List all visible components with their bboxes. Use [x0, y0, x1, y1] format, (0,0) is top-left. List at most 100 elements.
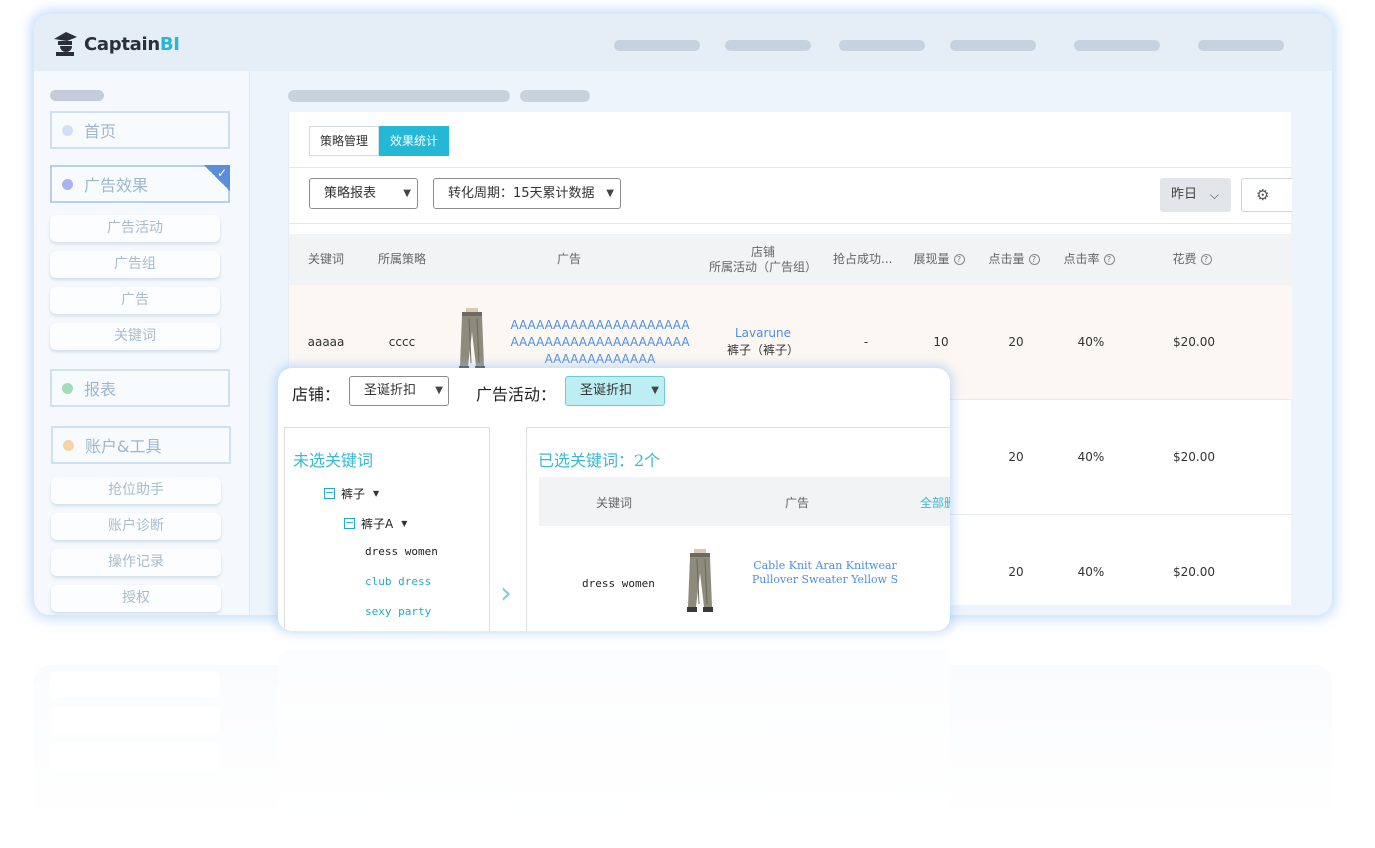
tab-strategy-management[interactable]: 策略管理 — [309, 126, 380, 156]
col-spend-label: 花费 — [1172, 252, 1197, 266]
caret-down-icon: ▼ — [606, 188, 614, 199]
keyword-selector-card: 店铺： 圣诞折扣 ▼ 广告活动： 圣诞折扣 ▼ 未选关键词 − 裤子 ▼ − 裤… — [278, 368, 950, 631]
sidebar-item-label: 广告效果 — [84, 176, 149, 195]
selected-table-header: 关键词 广告 全部删 — [539, 477, 950, 526]
cell-spend: $20.00 — [1173, 335, 1215, 349]
nav-placeholder-2[interactable] — [725, 40, 811, 51]
tree-node-label: 裤子A — [361, 517, 394, 531]
campaign-label: 广告活动： — [476, 385, 557, 404]
chevron-right-icon[interactable]: › — [500, 576, 512, 611]
sidebar-sub-bid-assistant[interactable]: 抢位助手 — [51, 477, 221, 504]
cell-clicks: 20 — [1008, 335, 1024, 349]
selected-ad-link[interactable]: Cable Knit Aran Knitwear Pullover Sweate… — [742, 559, 908, 587]
col-strategy: 所属策略 — [377, 252, 426, 266]
store-label: 店铺： — [292, 385, 341, 404]
nav-placeholder-3[interactable] — [839, 40, 925, 51]
col-spend[interactable]: 花费? — [1167, 234, 1217, 285]
stage: CaptainBI 首页 广告效果 ✓ 广告活动 广告组 广告 关键词 报表 账… — [0, 0, 1375, 848]
tree-node-subgroup[interactable]: − 裤子A ▼ — [344, 515, 407, 532]
col-store-line1: 店铺 — [750, 244, 775, 259]
conversion-period-value: 转化周期：15天累计数据 — [448, 186, 595, 201]
settings-button[interactable]: ⚙ — [1241, 178, 1292, 212]
nav-placeholder-5[interactable] — [1074, 40, 1160, 51]
sidebar-sub-ads[interactable]: 广告 — [50, 287, 220, 314]
sidebar-sub-ad-groups[interactable]: 广告组 — [50, 251, 220, 278]
ad-title-link[interactable]: AAAAAAAAAAAAAAAAAAAAAAAAAAAAAAAAAAAAAAAA… — [507, 317, 693, 368]
sidebar-sub-operation-log[interactable]: 操作记录 — [51, 549, 221, 576]
col-store-line2: 所属活动（广告组） — [708, 259, 817, 274]
store-select-value: 圣诞折扣 — [364, 383, 417, 398]
sidebar-item-reports[interactable]: 报表 — [50, 369, 230, 407]
collapse-icon[interactable]: − — [344, 517, 355, 529]
pants-product-image — [677, 544, 723, 622]
unselected-keywords-box: 未选关键词 − 裤子 ▼ − 裤子A ▼ dress women club dr… — [284, 427, 490, 631]
sidebar-item-label: 首页 — [84, 122, 117, 141]
keyword-item[interactable]: dress women — [365, 545, 438, 558]
chevron-down-icon: ⌵ — [1209, 188, 1219, 202]
dot-icon — [63, 439, 74, 451]
cell-spend: $20.00 — [1173, 565, 1215, 579]
tree-node-label: 裤子 — [341, 487, 366, 501]
sidebar-item-label: 报表 — [84, 380, 117, 399]
col-ad: 广告 — [556, 252, 581, 266]
selected-keyword: dress women — [582, 577, 655, 590]
selected-title: 已选关键词：2个 — [538, 451, 661, 470]
checkmark-icon: ✓ — [204, 165, 230, 191]
report-type-select[interactable]: 策略报表 ▼ — [309, 178, 418, 209]
sidebar-item-account-tools[interactable]: 账户&工具 — [51, 426, 231, 464]
nav-placeholder-6[interactable] — [1198, 40, 1284, 51]
help-icon[interactable]: ? — [1103, 254, 1115, 265]
remove-all-button[interactable]: 全部删 — [920, 494, 950, 511]
divider — [289, 167, 1292, 168]
cell-spend: $20.00 — [1173, 450, 1215, 464]
col-store: 店铺 所属活动（广告组） — [699, 234, 827, 285]
logo-text: CaptainBI — [84, 33, 180, 55]
sidebar-sub-keywords[interactable]: 关键词 — [50, 323, 220, 350]
col-ad: 广告 — [785, 496, 810, 510]
col-keyword: 关键词 — [307, 252, 344, 266]
cell-ctr: 40% — [1077, 335, 1105, 349]
caret-down-icon[interactable]: ▼ — [373, 489, 379, 498]
help-icon[interactable]: ? — [953, 254, 965, 265]
store-link[interactable]: Lavarune — [735, 325, 791, 342]
collapse-icon[interactable]: − — [324, 487, 335, 499]
keyword-item[interactable]: sexy party — [365, 605, 431, 618]
store-select[interactable]: 圣诞折扣 ▼ — [349, 376, 449, 406]
tree-node-group[interactable]: − 裤子 ▼ — [324, 485, 379, 502]
sidebar-sub-account-diagnosis[interactable]: 账户诊断 — [51, 513, 221, 540]
sidebar-title-placeholder — [50, 90, 104, 101]
dot-icon — [62, 382, 73, 394]
campaign-select-value: 圣诞折扣 — [580, 383, 633, 398]
col-clicks-label: 点击量 — [988, 252, 1025, 266]
tab-performance-stats[interactable]: 效果统计 — [379, 126, 450, 156]
tab-group: 策略管理 效果统计 — [309, 126, 450, 156]
sidebar: 首页 广告效果 ✓ 广告活动 广告组 广告 关键词 报表 账户&工具 抢位助手 … — [34, 71, 250, 615]
dot-icon — [62, 178, 73, 190]
col-clicks[interactable]: 点击量? — [984, 234, 1044, 285]
pants-product-image — [449, 308, 495, 376]
sidebar-item-home[interactable]: 首页 — [50, 111, 230, 149]
logo[interactable]: CaptainBI — [52, 30, 180, 58]
caret-down-icon[interactable]: ▼ — [401, 519, 407, 528]
campaign-name: 裤子（裤子） — [726, 343, 799, 357]
top-bar: CaptainBI — [34, 14, 1332, 71]
col-ctr[interactable]: 点击率? — [1059, 234, 1119, 285]
captain-hat-icon — [54, 32, 77, 56]
caret-down-icon: ▼ — [403, 188, 411, 199]
sidebar-sub-campaigns[interactable]: 广告活动 — [50, 215, 220, 242]
reflection-fade — [0, 631, 1375, 848]
help-icon[interactable]: ? — [1200, 254, 1212, 265]
col-keyword: 关键词 — [596, 496, 633, 510]
campaign-select[interactable]: 圣诞折扣 ▼ — [565, 376, 665, 406]
nav-placeholder-1[interactable] — [614, 40, 700, 51]
nav-placeholder-4[interactable] — [950, 40, 1036, 51]
sidebar-item-ad-performance[interactable]: 广告效果 ✓ — [50, 165, 230, 203]
sidebar-item-label: 账户&工具 — [85, 437, 162, 456]
sidebar-sub-authorization[interactable]: 授权 — [51, 585, 221, 612]
help-icon[interactable]: ? — [1028, 254, 1040, 265]
date-range-button[interactable]: 昨日 ⌵ — [1160, 178, 1231, 212]
breadcrumb-placeholder-2 — [520, 90, 590, 102]
keyword-item[interactable]: club dress — [365, 575, 431, 588]
conversion-period-select[interactable]: 转化周期：15天累计数据 ▼ — [433, 178, 621, 209]
col-impressions[interactable]: 展现量? — [909, 234, 969, 285]
